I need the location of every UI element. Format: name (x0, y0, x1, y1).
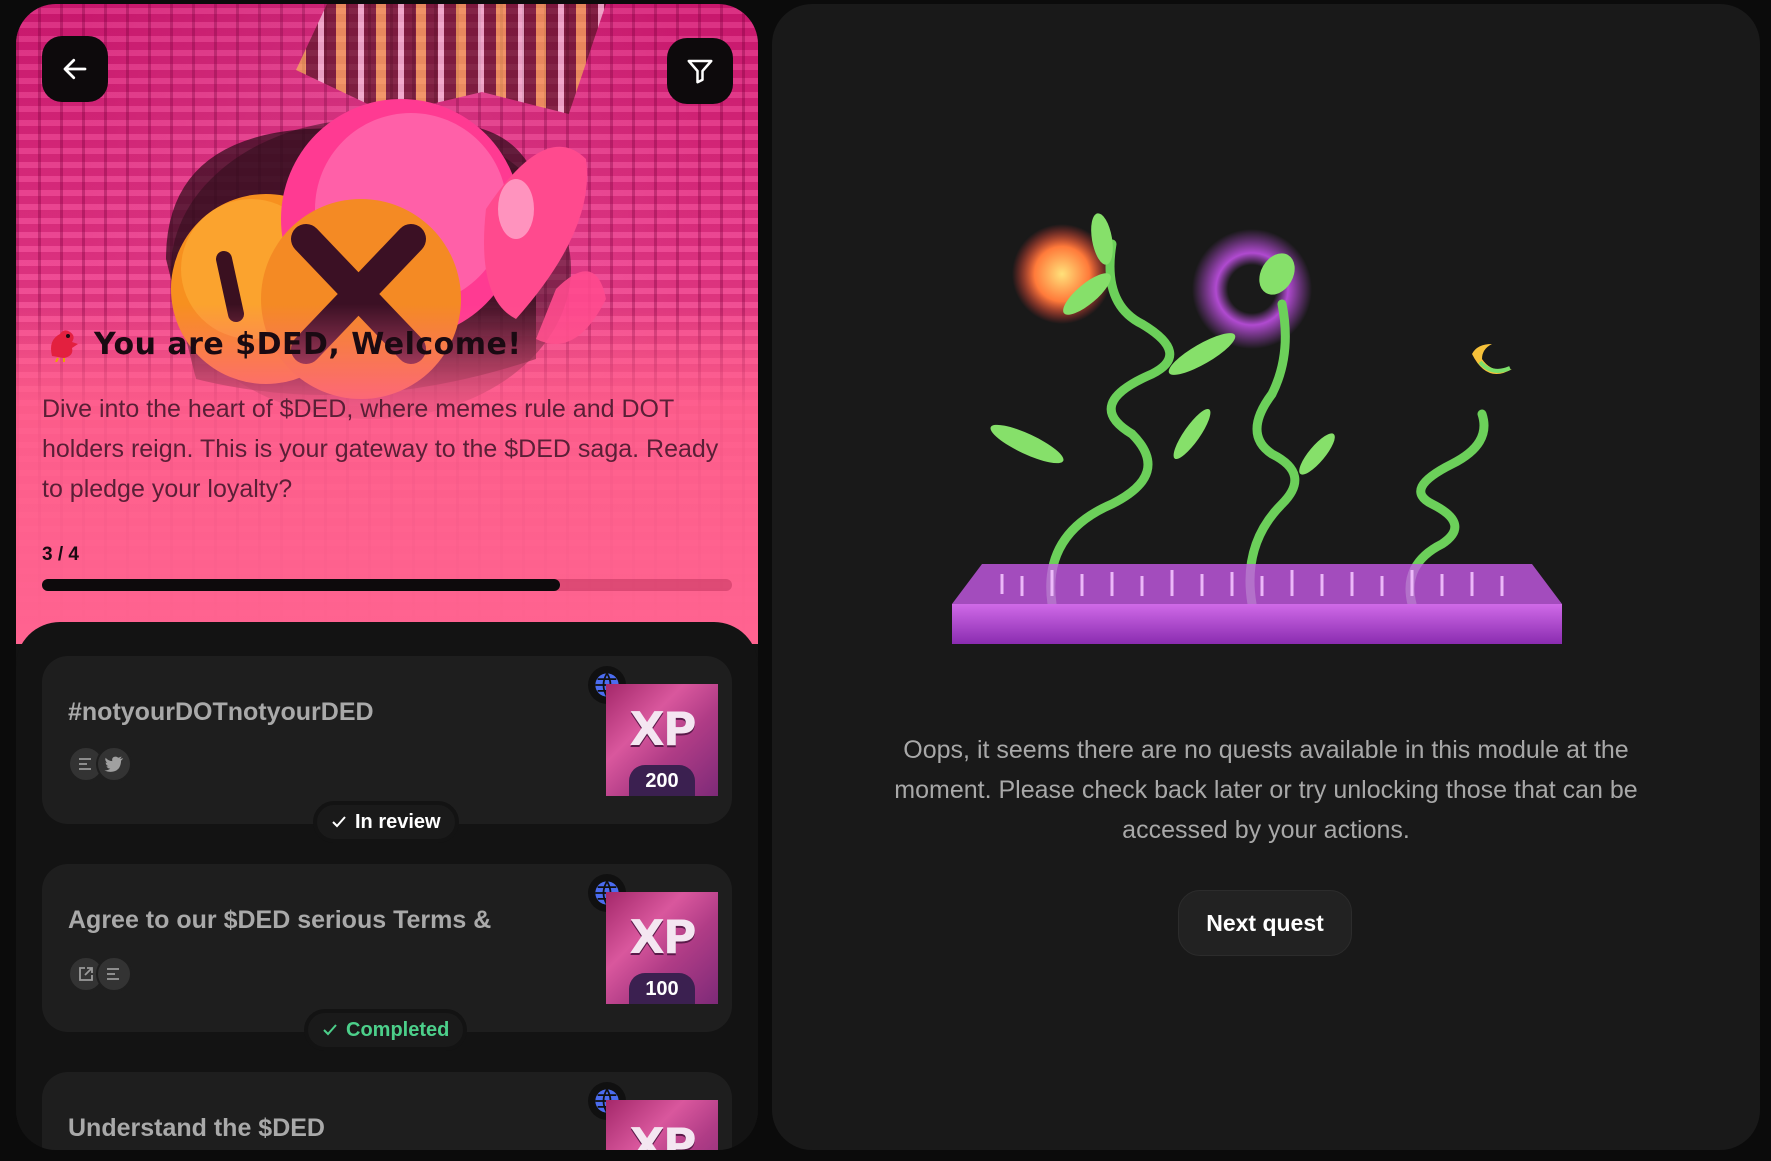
xp-label: XP (629, 1118, 696, 1150)
xp-label: XP (629, 702, 696, 756)
next-quest-button[interactable]: Next quest (1178, 890, 1352, 956)
progress-bar (42, 579, 732, 591)
status-badge-completed: Completed (304, 1009, 468, 1051)
status-label: In review (355, 810, 441, 833)
empty-state-message: Oops, it seems there are no quests avail… (894, 736, 1638, 844)
quest-tags (68, 956, 132, 992)
status-label: Completed (346, 1018, 450, 1041)
xp-label: XP (629, 910, 696, 964)
xp-reward-badge: XP 100 (606, 892, 718, 1004)
twitter-icon (96, 746, 132, 782)
module-heading: You are $DED, Welcome! (46, 326, 522, 362)
text-lines-icon (96, 956, 132, 992)
quest-title: #notyourDOTnotyourDED (68, 698, 374, 726)
module-title: You are $DED, Welcome! (94, 326, 522, 362)
check-icon (332, 816, 346, 828)
progress-label: 3 / 4 (42, 544, 79, 565)
red-bird-icon (51, 330, 78, 362)
progress-bar-fill (42, 579, 560, 591)
quest-card[interactable]: #notyourDOTnotyourDED XP 200 (42, 656, 732, 824)
filter-button[interactable] (667, 38, 733, 104)
quest-title: Understand the $DED (68, 1114, 325, 1142)
back-button[interactable] (42, 36, 108, 102)
filter-icon (687, 59, 713, 84)
module-description: Dive into the heart of $DED, where memes… (42, 395, 719, 503)
quest-card[interactable]: Agree to our $DED serious Terms & XP 100 (42, 864, 732, 1032)
quest-title: Agree to our $DED serious Terms & (68, 906, 492, 934)
xp-amount: 200 (629, 765, 695, 796)
quest-list: #notyourDOTnotyourDED XP 200 In review A… (16, 622, 758, 1150)
check-icon (323, 1024, 337, 1036)
module-panel: You are $DED, Welcome! Dive into the hea… (16, 4, 758, 1150)
xp-reward-badge: XP (606, 1100, 718, 1150)
quest-tags (68, 746, 132, 782)
xp-amount: 100 (629, 973, 695, 1004)
xp-reward-badge: XP 200 (606, 684, 718, 796)
status-badge-in-review: In review (313, 801, 459, 843)
quest-detail-panel: Oops, it seems there are no quests avail… (772, 4, 1760, 1150)
quest-card[interactable]: Understand the $DED XP (42, 1072, 732, 1150)
arrow-left-icon (63, 58, 87, 80)
empty-state-plants-illustration (952, 213, 1562, 644)
